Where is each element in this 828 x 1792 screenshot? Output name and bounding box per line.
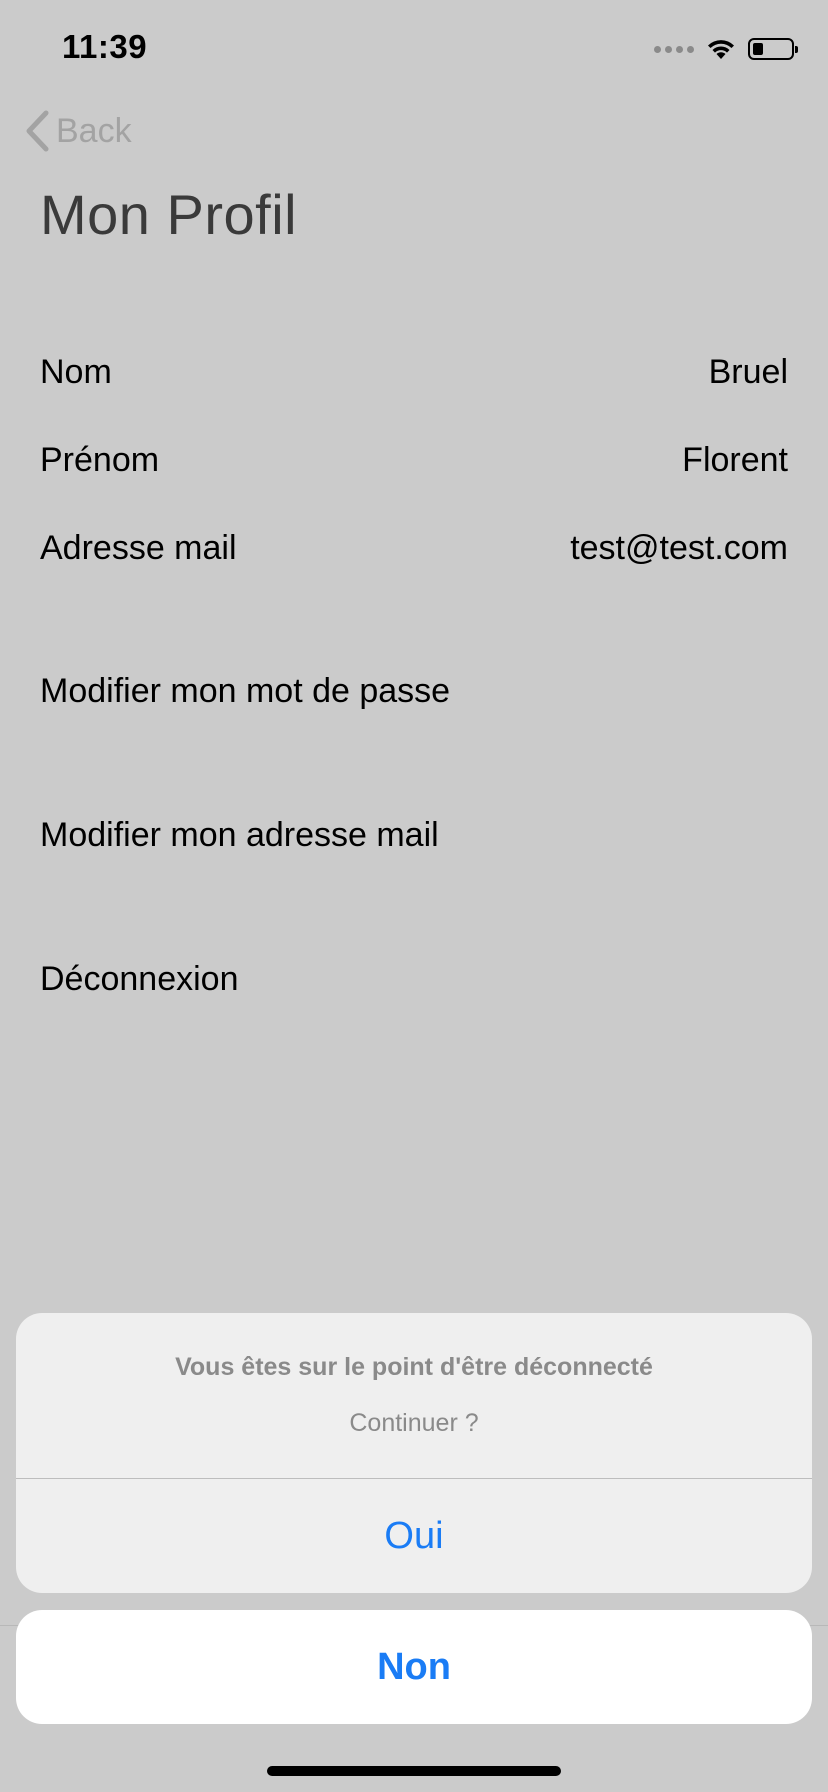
logout-action-sheet: Vous êtes sur le point d'être déconnecté… — [16, 1313, 812, 1593]
row-value: Florent — [682, 441, 788, 479]
profile-row-prenom: Prénom Florent — [40, 441, 788, 480]
cancel-button[interactable]: Non — [16, 1610, 812, 1724]
battery-icon — [748, 38, 798, 60]
action-sheet-message: Continuer ? — [349, 1409, 479, 1437]
cellular-signal-icon — [654, 45, 694, 53]
row-label: Adresse mail — [40, 529, 237, 567]
change-email-button[interactable]: Modifier mon adresse mail — [40, 816, 439, 855]
wifi-icon — [708, 40, 734, 59]
chevron-left-icon — [26, 110, 49, 152]
logout-button[interactable]: Déconnexion — [40, 960, 238, 999]
home-indicator[interactable] — [267, 1766, 561, 1776]
back-label: Back — [56, 111, 132, 150]
row-value: test@test.com — [570, 529, 788, 567]
status-time: 11:39 — [62, 28, 148, 65]
action-sheet-title: Vous êtes sur le point d'être déconnecté — [175, 1353, 653, 1381]
page-title: Mon Profil — [40, 183, 298, 246]
status-icons — [654, 36, 798, 62]
profile-row-email: Adresse mail test@test.com — [40, 529, 788, 568]
profile-row-nom: Nom Bruel — [40, 353, 788, 392]
back-button[interactable]: Back — [24, 110, 132, 152]
change-password-button[interactable]: Modifier mon mot de passe — [40, 672, 450, 711]
row-label: Nom — [40, 353, 112, 391]
profile-screen: 11:39 Back Mon Profil Nom Bruel Prénom F… — [0, 0, 828, 1792]
row-label: Prénom — [40, 441, 160, 479]
row-value: Bruel — [708, 353, 788, 391]
confirm-button[interactable]: Oui — [16, 1479, 812, 1593]
